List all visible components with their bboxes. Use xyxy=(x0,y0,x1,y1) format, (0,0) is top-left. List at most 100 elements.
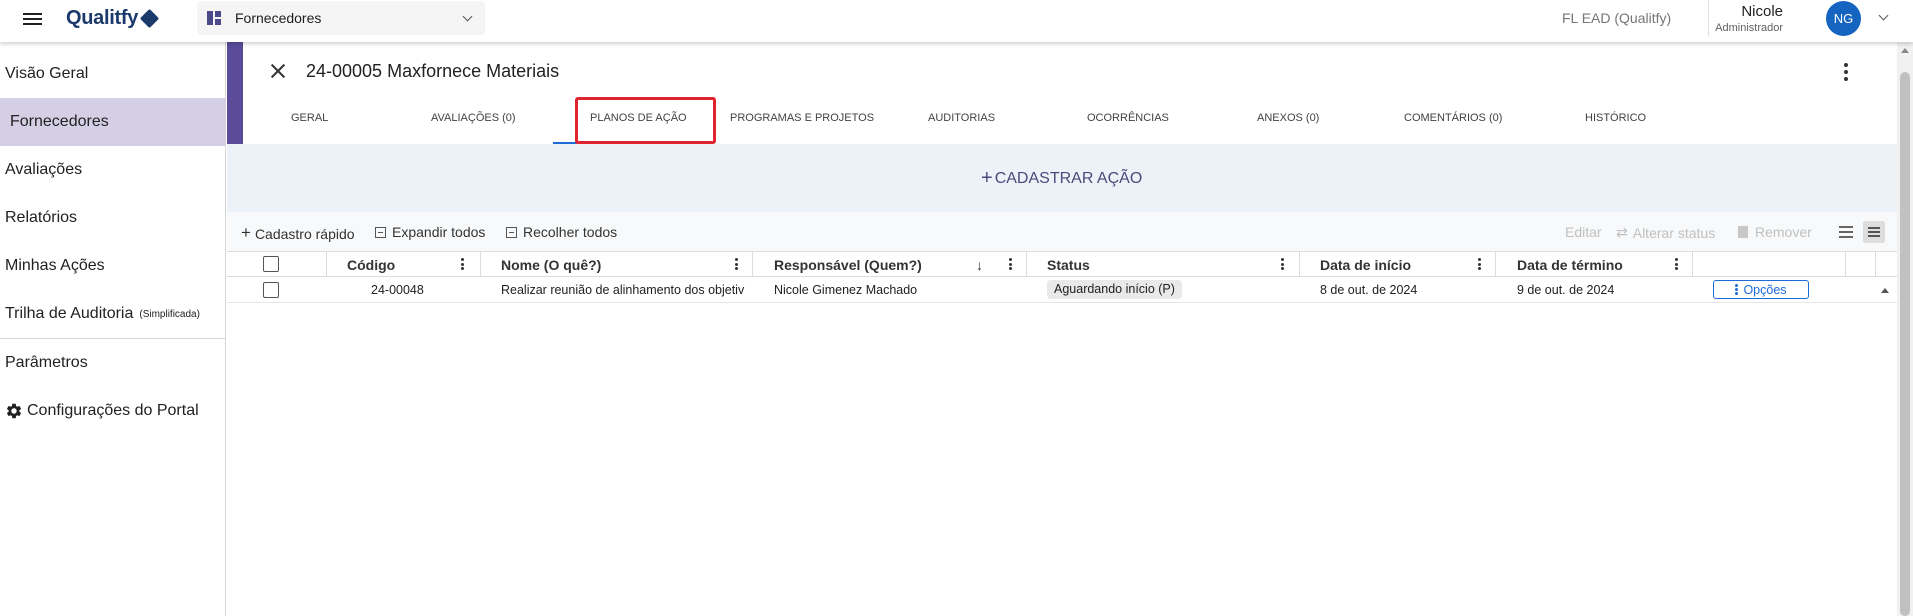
sidebar-item-label: Parâmetros xyxy=(5,354,88,371)
table-row[interactable]: 24-00048 Realizar reunião de alinhamento… xyxy=(227,278,1897,303)
sidebar-item-label: Visão Geral xyxy=(5,65,89,82)
tab-ocorrencias[interactable]: OCORRÊNCIAS xyxy=(1087,112,1169,124)
column-menu-icon[interactable] xyxy=(735,258,738,272)
highlight-annotation xyxy=(575,97,716,144)
avatar[interactable]: NG xyxy=(1826,1,1861,36)
scrollbar[interactable] xyxy=(1897,42,1913,616)
sidebar-item-relatorios[interactable]: Relatórios xyxy=(0,194,226,242)
sidebar-item-label: Relatórios xyxy=(5,209,78,226)
column-header-nome[interactable]: Nome (O quê?) xyxy=(501,257,601,273)
sidebar-item-label: Minhas Ações xyxy=(5,257,105,274)
sidebar-item-label: Trilha de Auditoria xyxy=(5,305,134,322)
remove-label: Remover xyxy=(1755,224,1812,240)
column-menu-icon[interactable] xyxy=(1009,258,1012,272)
sidebar-item-trilha-auditoria[interactable]: Trilha de Auditoria (Simplificada) xyxy=(0,290,226,338)
logo-mark-icon xyxy=(139,8,160,29)
row-code: 24-00048 xyxy=(371,283,424,297)
sort-arrow-down-icon[interactable]: ↓ xyxy=(976,257,983,273)
tab-comentarios[interactable]: COMENTÁRIOS (0) xyxy=(1404,112,1502,124)
select-all-checkbox[interactable] xyxy=(263,256,279,272)
tab-avaliacoes[interactable]: AVALIAÇÕES (0) xyxy=(431,112,516,124)
status-badge: Aguardando início (P) xyxy=(1047,280,1182,299)
close-icon[interactable] xyxy=(269,62,287,80)
user-menu-chevron-icon[interactable] xyxy=(1878,10,1889,21)
row-responsible: Nicole Gimenez Machado xyxy=(774,283,918,297)
tab-auditorias[interactable]: AUDITORIAS xyxy=(928,112,995,124)
plus-icon: + xyxy=(241,223,251,242)
grid-view-icon[interactable] xyxy=(1863,221,1885,243)
table-header: Código Nome (O quê?) Responsável (Quem?)… xyxy=(227,252,1897,277)
record-title: 24-00005 Maxfornece Materiais xyxy=(306,61,560,81)
module-label: Fornecedores xyxy=(235,10,322,26)
column-menu-icon[interactable] xyxy=(461,258,464,272)
divider xyxy=(1708,0,1709,36)
tab-geral[interactable]: GERAL xyxy=(291,112,328,124)
top-bar: Qualitfy Fornecedores FL EAD (Qualitfy) … xyxy=(0,0,1913,42)
plus-icon: + xyxy=(981,167,993,189)
collapse-all-label: Recolher todos xyxy=(523,224,618,240)
column-header-data-termino[interactable]: Data de término xyxy=(1517,257,1623,273)
trash-icon xyxy=(1738,226,1748,238)
column-menu-icon[interactable] xyxy=(1675,258,1678,272)
record-header: 24-00005 Maxfornece Materiais GERAL AVAL… xyxy=(243,42,1897,144)
tab-anexos[interactable]: ANEXOS (0) xyxy=(1257,112,1319,124)
change-status-button[interactable]: ⇄ Alterar status xyxy=(1616,224,1715,241)
module-selector[interactable]: Fornecedores xyxy=(197,1,485,35)
row-options-button[interactable]: Opções xyxy=(1713,280,1809,299)
expand-all-button[interactable]: Expandir todos xyxy=(375,224,485,240)
quick-add-label: Cadastro rápido xyxy=(254,226,355,242)
more-options-icon xyxy=(1735,283,1739,296)
column-header-codigo[interactable]: Código xyxy=(347,257,395,273)
grid-toolbar: + Cadastro rápido Expandir todos Recolhe… xyxy=(227,212,1897,252)
row-checkbox[interactable] xyxy=(263,282,279,298)
collapse-icon xyxy=(506,226,517,238)
user-name: Nicole xyxy=(1741,3,1783,20)
sidebar-item-avaliacoes[interactable]: Avaliações xyxy=(0,146,226,194)
tab-programas-e-projetos[interactable]: PROGRAMAS E PROJETOS xyxy=(730,112,874,124)
tab-historico[interactable]: HISTÓRICO xyxy=(1585,112,1646,124)
quick-add-button[interactable]: + Cadastro rápido xyxy=(241,223,355,244)
row-end-date: 9 de out. de 2024 xyxy=(1517,283,1615,297)
expand-icon xyxy=(375,226,386,238)
logo[interactable]: Qualitfy xyxy=(66,7,160,30)
row-start-date: 8 de out. de 2024 xyxy=(1320,283,1418,297)
column-header-data-inicio[interactable]: Data de início xyxy=(1320,257,1411,273)
scroll-up-icon[interactable] xyxy=(1901,48,1909,53)
record-accent-bar xyxy=(227,42,243,144)
sidebar: Visão Geral Fornecedores Avaliações Rela… xyxy=(0,42,226,616)
scroll-thumb[interactable] xyxy=(1900,72,1910,616)
sidebar-item-minhas-acoes[interactable]: Minhas Ações xyxy=(0,242,226,290)
sidebar-item-fornecedores[interactable]: Fornecedores xyxy=(0,98,226,146)
remove-button[interactable]: Remover xyxy=(1738,224,1812,240)
add-action-label: CADASTRAR AÇÃO xyxy=(994,170,1143,187)
sidebar-item-parametros[interactable]: Parâmetros xyxy=(0,339,226,387)
sidebar-item-suffix: (Simplificada) xyxy=(139,308,200,320)
column-menu-icon[interactable] xyxy=(1478,258,1481,272)
list-view-icon[interactable] xyxy=(1839,226,1853,241)
expand-all-label: Expandir todos xyxy=(392,224,486,240)
row-name: Realizar reunião de alinhamento dos obje… xyxy=(501,283,745,297)
swap-icon: ⇄ xyxy=(1616,224,1628,240)
change-status-label: Alterar status xyxy=(1632,224,1716,241)
collapse-all-button[interactable]: Recolher todos xyxy=(506,224,617,240)
add-action-button[interactable]: + CADASTRAR AÇÃO xyxy=(981,166,1142,189)
column-header-status[interactable]: Status xyxy=(1047,257,1090,273)
collapse-row-icon[interactable] xyxy=(1881,288,1889,293)
sidebar-item-configuracoes[interactable]: Configurações do Portal xyxy=(0,387,226,435)
column-header-responsavel[interactable]: Responsável (Quem?) xyxy=(774,257,922,273)
user-role: Administrador xyxy=(1715,22,1783,34)
edit-button[interactable]: Editar xyxy=(1565,224,1602,240)
sidebar-item-visao-geral[interactable]: Visão Geral xyxy=(0,50,226,98)
column-menu-icon[interactable] xyxy=(1281,258,1284,272)
row-options-label: Opções xyxy=(1743,282,1787,297)
logo-text: Qualitfy xyxy=(66,7,139,29)
sidebar-item-label: Configurações do Portal xyxy=(27,402,199,419)
menu-icon[interactable] xyxy=(23,10,43,30)
cta-band: + CADASTRAR AÇÃO xyxy=(227,144,1897,212)
chevron-down-icon xyxy=(462,11,473,22)
company-name[interactable]: FL EAD (Qualitfy) xyxy=(1562,10,1671,26)
sidebar-item-label: Avaliações xyxy=(5,161,83,178)
more-options-icon[interactable] xyxy=(1844,63,1848,84)
sidebar-item-label: Fornecedores xyxy=(10,113,109,130)
gear-icon xyxy=(6,403,22,419)
